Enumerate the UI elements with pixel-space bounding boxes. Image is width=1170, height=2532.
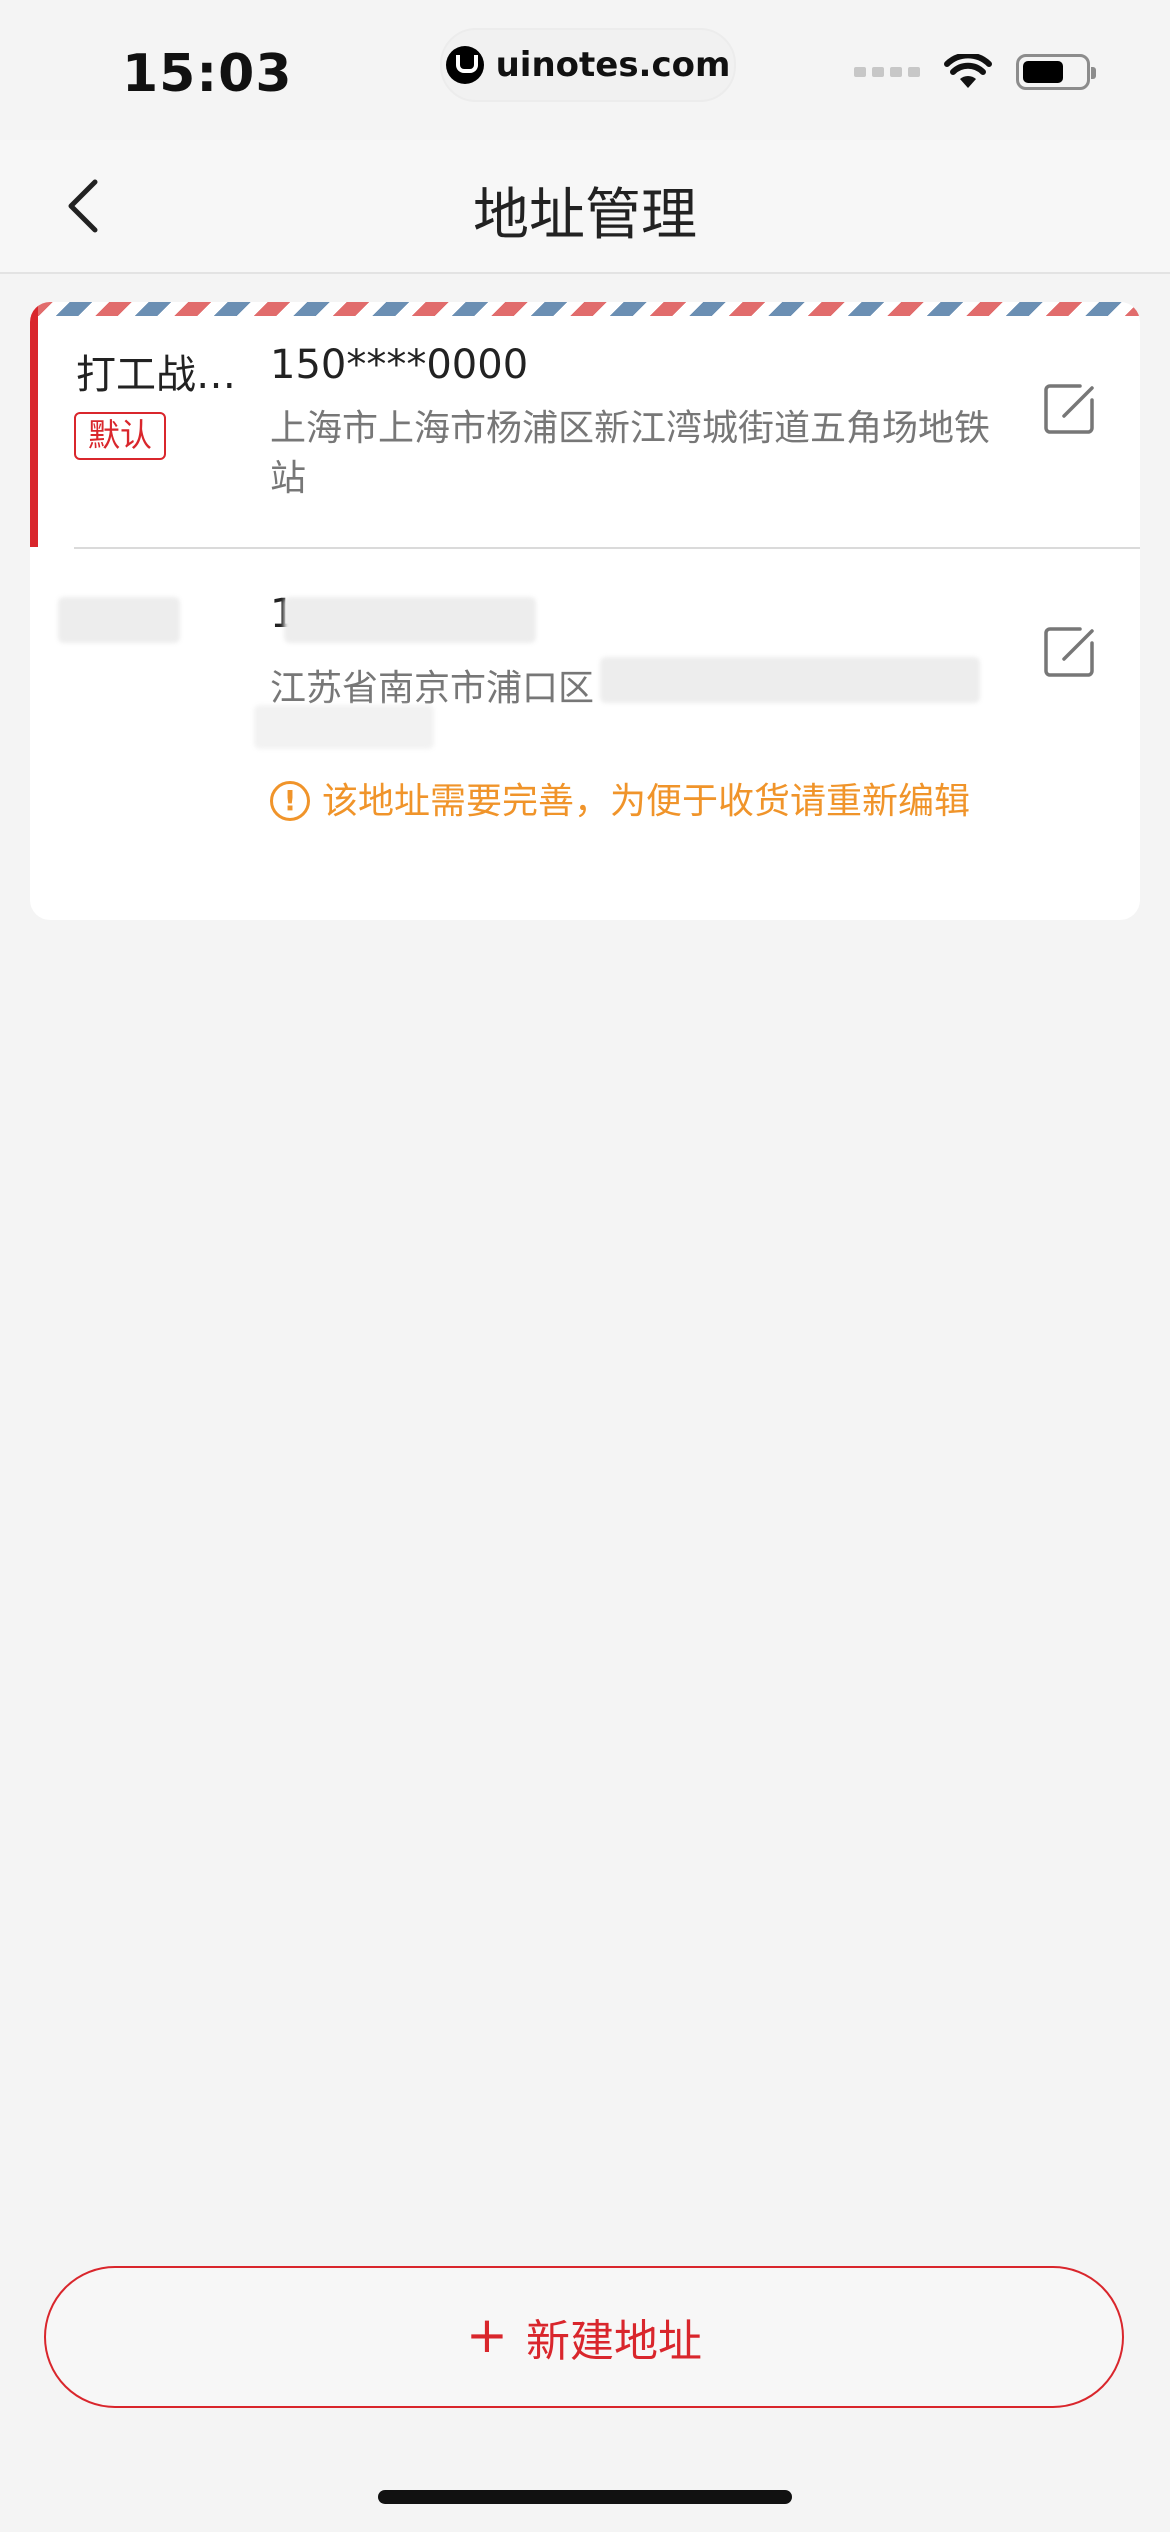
- edit-icon: [1044, 384, 1094, 434]
- site-logo-icon: [445, 46, 484, 84]
- home-indicator[interactable]: [378, 2490, 792, 2504]
- edit-address-button[interactable]: [1040, 621, 1100, 681]
- blurred-phone: [284, 597, 536, 643]
- address-item-default[interactable]: 打工战… 默认 150****0000 上海市上海市杨浦区新江湾城街道五角场地铁…: [30, 342, 1140, 547]
- airmail-border-strip: [30, 302, 1140, 316]
- blurred-name: [58, 597, 180, 643]
- plus-icon: +: [466, 2306, 508, 2364]
- site-pill: uinotes.com: [440, 28, 736, 102]
- site-name: uinotes.com: [495, 45, 731, 85]
- exclamation-circle-icon: !: [270, 781, 310, 821]
- edit-address-button[interactable]: [1040, 378, 1100, 438]
- status-icons: [854, 54, 1096, 90]
- address-management-page: 15:03 uinotes.com 地址管理 打工战… 默认 150****00…: [0, 0, 1170, 2532]
- address-incomplete-warning: ! 该地址需要完善，为便于收货请重新编辑: [270, 777, 970, 827]
- address-item[interactable]: 1 江苏省南京市浦口区 ! 该地址需要完善，为便于收货请重新编辑: [30, 549, 1140, 920]
- page-title: 地址管理: [473, 183, 697, 248]
- new-address-button[interactable]: + 新建地址: [44, 2266, 1124, 2408]
- blurred-address-line2: [254, 705, 434, 749]
- blurred-address: [600, 657, 980, 703]
- nav-header: 地址管理: [0, 140, 1170, 274]
- cellular-signal-icon: [854, 67, 920, 77]
- address-list-card: 打工战… 默认 150****0000 上海市上海市杨浦区新江湾城街道五角场地铁…: [30, 302, 1140, 920]
- recipient-address: 上海市上海市杨浦区新江湾城街道五角场地铁站: [270, 408, 991, 499]
- status-time: 15:03: [122, 44, 293, 104]
- battery-icon: [1016, 54, 1096, 90]
- new-address-label: 新建地址: [525, 2316, 702, 2367]
- wifi-icon: [944, 54, 992, 90]
- recipient-address: 江苏省南京市浦口区: [270, 668, 595, 709]
- default-badge: 默认: [74, 412, 167, 460]
- recipient-name: 打工战…: [76, 352, 236, 398]
- edit-icon: [1044, 627, 1094, 677]
- status-bar: 15:03 uinotes.com: [0, 0, 1170, 140]
- recipient-phone: 150****0000: [270, 342, 529, 388]
- warning-text: 该地址需要完善，为便于收货请重新编辑: [322, 781, 971, 822]
